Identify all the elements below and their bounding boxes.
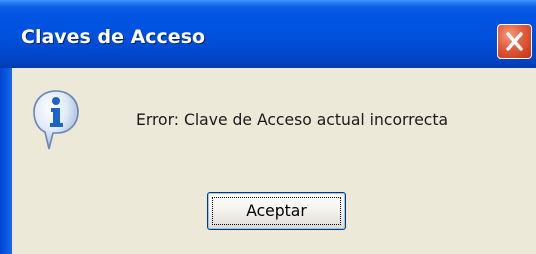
close-icon: [506, 32, 523, 51]
error-message: Error: Clave de Acceso actual incorrecta: [136, 111, 449, 129]
window-frame-left: [0, 68, 12, 254]
close-button[interactable]: [497, 24, 532, 59]
info-icon: [33, 90, 79, 150]
window-title: Claves de Acceso: [21, 26, 206, 48]
accept-button-label: Aceptar: [246, 202, 307, 220]
accept-button[interactable]: Aceptar: [207, 192, 346, 230]
title-bar[interactable]: Claves de Acceso: [0, 0, 536, 68]
dialog-window: Claves de Acceso Error: Clave de Acceso …: [0, 0, 536, 254]
